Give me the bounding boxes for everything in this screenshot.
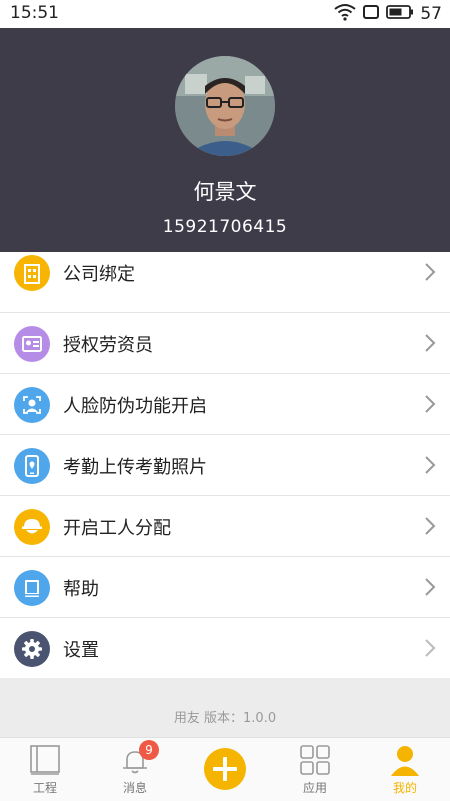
tab-add[interactable] [180, 738, 270, 801]
status-time: 15:51 [10, 3, 59, 23]
chevron-right-icon [425, 334, 436, 352]
chevron-right-icon [425, 263, 436, 281]
menu-item-label: 设置 [63, 640, 99, 661]
project-icon [30, 745, 60, 775]
wifi-icon [334, 3, 356, 26]
profile-name: 何景文 [193, 180, 257, 204]
building-icon [14, 255, 50, 291]
status-bar: 15:51 57 [0, 0, 450, 28]
menu-item-settings[interactable]: 设置 [0, 618, 450, 678]
menu-item-label: 人脸防伪功能开启 [63, 396, 207, 417]
battery-icon [386, 4, 414, 25]
menu-item-label: 考勤上传考勤照片 [63, 457, 207, 478]
phone-location-icon [14, 448, 50, 484]
status-icons: 57 [334, 3, 442, 25]
chevron-right-icon [425, 578, 436, 596]
battery-percent: 57 [420, 4, 442, 24]
tab-project[interactable]: 工程 [0, 738, 90, 801]
tab-apps[interactable]: 应用 [270, 738, 360, 801]
unread-badge: 9 [139, 740, 159, 760]
tab-mine[interactable]: 我的 [360, 738, 450, 801]
chevron-right-icon [425, 517, 436, 535]
version-text: 用友 版本：1.0.0 [173, 711, 277, 726]
menu-item-face-anti-fraud[interactable]: 人脸防伪功能开启 [0, 374, 450, 435]
profile-phone: 15921706415 [162, 217, 288, 237]
apps-grid-icon [300, 745, 330, 775]
tab-label: 工程 [32, 781, 57, 795]
profile-header: 何景文 15921706415 [0, 28, 450, 252]
tab-messages[interactable]: 9 消息 [90, 738, 180, 801]
menu-item-help[interactable]: 帮助 [0, 557, 450, 618]
person-icon [391, 746, 419, 776]
id-card-icon [14, 326, 50, 362]
menu-item-label: 公司绑定 [63, 264, 135, 285]
add-icon [204, 748, 246, 790]
menu-item-attendance-photo-upload[interactable]: 考勤上传考勤照片 [0, 435, 450, 496]
menu-list: 公司绑定 授权劳资员 人脸防伪功能开启 考勤上传考勤照片 开启工人分配 帮助 设… [0, 252, 450, 678]
chevron-right-icon [425, 639, 436, 657]
avatar[interactable] [175, 56, 275, 156]
menu-item-authorize-payroll-clerk[interactable]: 授权劳资员 [0, 313, 450, 374]
menu-item-company-binding[interactable]: 公司绑定 [0, 252, 450, 313]
gear-icon [14, 631, 50, 667]
menu-item-label: 授权劳资员 [63, 335, 153, 356]
tab-label: 消息 [122, 781, 147, 795]
chevron-right-icon [425, 395, 436, 413]
tab-label: 我的 [392, 781, 417, 795]
chevron-right-icon [425, 456, 436, 474]
menu-item-label: 帮助 [63, 579, 99, 600]
face-scan-icon [14, 387, 50, 423]
book-icon [14, 570, 50, 606]
bottom-tab-bar: 工程 9 消息 应用 我的 [0, 737, 450, 801]
worker-helmet-icon [14, 509, 50, 545]
menu-item-worker-assignment[interactable]: 开启工人分配 [0, 496, 450, 557]
sim-card-icon [362, 4, 380, 25]
menu-item-label: 开启工人分配 [63, 518, 171, 539]
tab-label: 应用 [302, 781, 327, 795]
